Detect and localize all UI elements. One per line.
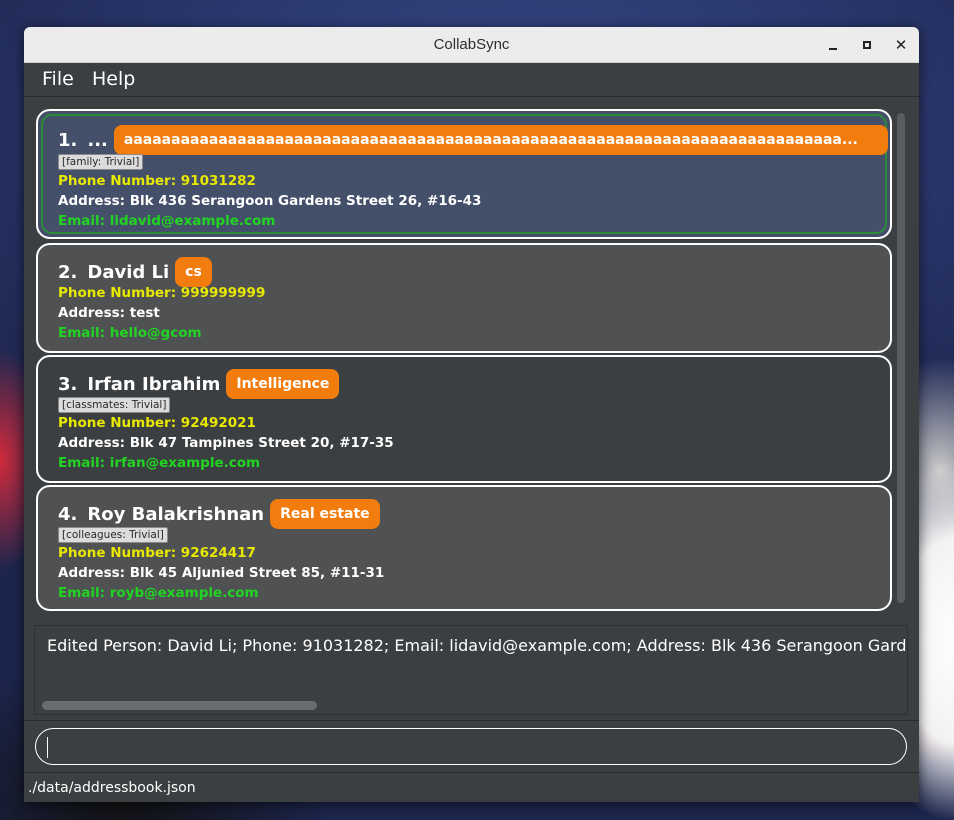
person-list[interactable]: 1. ... aaaaaaaaaaaaaaaaaaaaaaaaaaaaaaaaa… — [34, 107, 896, 613]
person-email: Email: royb@example.com — [58, 585, 259, 601]
person-tag: aaaaaaaaaaaaaaaaaaaaaaaaaaaaaaaaaaaaaaaa… — [113, 125, 888, 155]
person-index: 4. — [58, 503, 78, 525]
person-phone: Phone Number: 92624417 — [58, 545, 256, 561]
person-phone: Phone Number: 92492021 — [58, 415, 256, 431]
relationship-chip: [colleagues: Trivial] — [58, 527, 168, 543]
title-bar[interactable]: CollabSync ✕ — [24, 27, 919, 63]
list-scrollbar[interactable] — [897, 113, 905, 603]
person-name: Roy Balakrishnan — [87, 503, 265, 525]
result-text: Edited Person: David Li; Phone: 91031282… — [47, 636, 907, 655]
minimize-button[interactable] — [822, 34, 844, 56]
close-button[interactable]: ✕ — [890, 34, 912, 56]
menu-help[interactable]: Help — [92, 68, 135, 90]
divider — [24, 720, 919, 721]
person-email: Email: lidavid@example.com — [58, 213, 276, 229]
maximize-button[interactable] — [856, 34, 878, 56]
status-bar: ./data/addressbook.json — [24, 772, 919, 802]
menu-bar: File Help — [24, 63, 919, 97]
person-tag: Real estate — [270, 499, 380, 529]
result-horizontal-scrollbar[interactable] — [42, 701, 317, 710]
maximize-icon — [863, 41, 871, 49]
result-display: Edited Person: David Li; Phone: 91031282… — [34, 625, 908, 715]
person-index: 3. — [58, 373, 78, 395]
person-address: Address: Blk 436 Serangoon Gardens Stree… — [58, 193, 482, 209]
person-card-2[interactable]: 2. David Li cs Phone Number: 999999999 A… — [36, 243, 892, 353]
person-tag: cs — [175, 257, 212, 287]
person-card-4[interactable]: 4. Roy Balakrishnan Real estate [colleag… — [36, 485, 892, 611]
person-name: David Li — [87, 261, 170, 283]
person-card-1[interactable]: 1. ... aaaaaaaaaaaaaaaaaaaaaaaaaaaaaaaaa… — [36, 109, 892, 239]
person-address: Address: test — [58, 305, 160, 321]
close-icon: ✕ — [894, 36, 908, 54]
text-caret — [47, 737, 48, 758]
person-address: Address: Blk 45 Aljunied Street 85, #11-… — [58, 565, 385, 581]
person-tag: Intelligence — [226, 369, 340, 399]
menu-file[interactable]: File — [42, 68, 74, 90]
person-index: 1. — [58, 129, 78, 151]
app-window: CollabSync ✕ File Help 1. ... aaaaaaaaaa… — [24, 27, 919, 802]
command-input[interactable] — [35, 728, 907, 765]
person-phone: Phone Number: 91031282 — [58, 173, 256, 189]
relationship-chip: [classmates: Trivial] — [58, 397, 171, 413]
person-address: Address: Blk 47 Tampines Street 20, #17-… — [58, 435, 394, 451]
person-name: Irfan Ibrahim — [87, 373, 221, 395]
person-phone: Phone Number: 999999999 — [58, 285, 266, 301]
relationship-chip: [family: Trivial] — [58, 154, 144, 170]
data-file-path: ./data/addressbook.json — [28, 780, 196, 796]
person-index: 2. — [58, 261, 78, 283]
minimize-icon — [829, 48, 837, 50]
person-email: Email: hello@gcom — [58, 325, 202, 341]
person-name: ... — [87, 129, 108, 151]
person-email: Email: irfan@example.com — [58, 455, 261, 471]
person-card-3[interactable]: 3. Irfan Ibrahim Intelligence [classmate… — [36, 355, 892, 483]
window-title: CollabSync — [433, 36, 510, 53]
